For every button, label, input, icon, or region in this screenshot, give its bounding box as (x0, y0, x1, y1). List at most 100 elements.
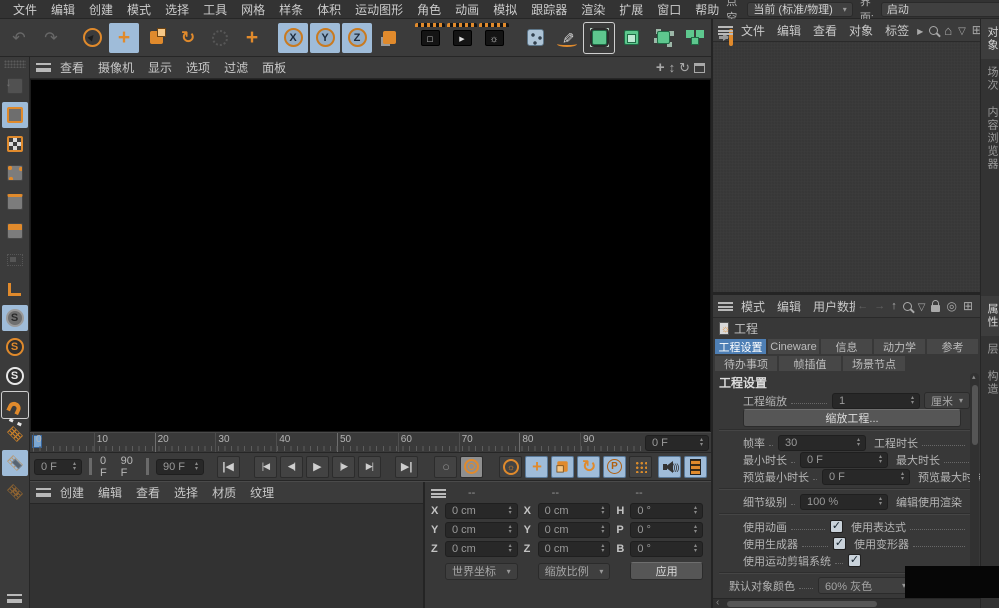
tab-content-browser[interactable]: 内容浏览器 (981, 99, 999, 178)
viewport-solo-button[interactable] (2, 247, 28, 273)
use-motion-checkbox[interactable]: ✓ (848, 554, 861, 567)
track-icon[interactable] (946, 299, 956, 313)
move-tool-button[interactable] (109, 23, 139, 53)
spinner-icon[interactable] (697, 438, 706, 448)
tab-scene-nodes[interactable]: 场景节点 (843, 356, 905, 371)
loop-end-field[interactable]: 90 F (156, 459, 204, 475)
object-menu-item[interactable]: 对象 (843, 22, 879, 39)
material-menu-item[interactable]: 编辑 (91, 484, 129, 501)
key-rotation-button[interactable] (577, 456, 600, 478)
apply-button[interactable]: 应用 (630, 562, 703, 580)
spinner-icon[interactable] (598, 525, 607, 535)
back-icon[interactable]: ← (857, 300, 868, 312)
attribute-menu-item[interactable]: 模式 (735, 298, 771, 315)
lod-field[interactable]: 100 % (800, 494, 888, 510)
viewport-menu-icon[interactable] (36, 63, 51, 72)
viewport-menu-item[interactable]: 显示 (141, 59, 179, 76)
tab-cineware[interactable]: Cineware (768, 339, 819, 354)
horizontal-scrollbar[interactable] (713, 598, 980, 608)
object-menu-item[interactable]: 标签 (879, 22, 915, 39)
preview-range[interactable]: 0 F90 F (89, 458, 149, 475)
spinner-icon[interactable] (898, 472, 907, 482)
menu-item[interactable]: 文件 (6, 1, 44, 18)
spinner-icon[interactable] (506, 525, 515, 535)
menu-item[interactable]: 工具 (196, 1, 234, 18)
timeline-film-button[interactable] (684, 456, 707, 478)
zoom-view-icon[interactable] (669, 60, 676, 75)
menu-item[interactable]: 创建 (82, 1, 120, 18)
spinner-icon[interactable] (908, 396, 917, 406)
spinner-icon[interactable] (506, 544, 515, 554)
coordinate-system-button[interactable] (374, 23, 404, 53)
strip-grip[interactable] (4, 60, 26, 68)
record-selection-button[interactable] (434, 456, 457, 478)
menu-item[interactable]: 窗口 (650, 1, 688, 18)
y-axis-lock-button[interactable]: Y (310, 23, 340, 53)
menu-item[interactable]: 角色 (410, 1, 448, 18)
snap-2d-button[interactable]: S (2, 334, 28, 360)
menu-item[interactable]: 选择 (158, 1, 196, 18)
attribute-menu-item[interactable]: 编辑 (771, 298, 807, 315)
tab-attributes[interactable]: 属性 (981, 296, 999, 336)
scale-mode-select[interactable]: 缩放比例 (538, 563, 611, 580)
filter-icon[interactable] (918, 299, 926, 313)
next-frame-button[interactable]: |▶ (332, 456, 355, 478)
record-keyframe-button[interactable] (460, 456, 483, 478)
viewport-menu-item[interactable]: 过滤 (217, 59, 255, 76)
key-parameter-button[interactable] (603, 456, 626, 478)
point-mode-button[interactable] (2, 160, 28, 186)
z-axis-lock-button[interactable]: Z (342, 23, 372, 53)
key-scale-button[interactable] (551, 456, 574, 478)
autokey-button[interactable] (499, 456, 522, 478)
play-button[interactable]: ▶ (306, 456, 329, 478)
lock-icon[interactable] (931, 305, 940, 312)
use-generators-checkbox[interactable]: ✓ (833, 537, 846, 550)
tab-info[interactable]: 信息 (821, 339, 872, 354)
menu-item[interactable]: 渲染 (574, 1, 612, 18)
scale-project-button[interactable]: 缩放工程... (743, 409, 961, 427)
pan-view-icon[interactable] (656, 59, 665, 76)
x-axis-lock-button[interactable]: X (278, 23, 308, 53)
subdivision-surface-button[interactable] (584, 23, 614, 53)
menu-item[interactable]: 扩展 (612, 1, 650, 18)
render-settings-button[interactable] (479, 23, 509, 53)
attribute-menu-item[interactable]: 用户数据 (807, 298, 855, 315)
tab-structure[interactable]: 构造 (981, 363, 999, 403)
rotation-field[interactable]: 0 ° (630, 541, 703, 557)
lock-workplane-button[interactable] (2, 450, 28, 476)
home-icon[interactable] (944, 23, 952, 38)
position-field[interactable]: 0 cm (445, 522, 518, 538)
material-list-area[interactable] (30, 504, 423, 608)
spinner-icon[interactable] (691, 544, 700, 554)
material-menu-item[interactable]: 创建 (53, 484, 91, 501)
key-pla-button[interactable] (629, 456, 652, 478)
search-icon[interactable] (929, 26, 938, 35)
scale-tool-button[interactable] (141, 23, 171, 53)
menu-item[interactable]: 帮助 (688, 1, 726, 18)
primitive-cube-button[interactable] (520, 23, 550, 53)
current-frame-field[interactable]: 0 F (645, 435, 709, 451)
preview-min-field[interactable]: 0 F (822, 469, 910, 485)
strip-menu-icon[interactable] (7, 594, 22, 603)
viewport-menu-item[interactable]: 面板 (255, 59, 293, 76)
object-menu-item[interactable]: 编辑 (771, 22, 807, 39)
tab-reference[interactable]: 参考 (927, 339, 978, 354)
generator-button[interactable] (616, 23, 646, 53)
edge-mode-button[interactable] (2, 189, 28, 215)
tab-todo[interactable]: 待办事项 (715, 356, 777, 371)
tab-frame-interpolation[interactable]: 帧插值 (779, 356, 841, 371)
material-menu-item[interactable]: 材质 (205, 484, 243, 501)
more-menus-icon[interactable] (917, 23, 923, 37)
texture-mode-button[interactable] (2, 131, 28, 157)
menu-item[interactable]: 体积 (310, 1, 348, 18)
search-icon[interactable] (903, 302, 912, 311)
section-title[interactable]: 工程设置 (719, 375, 970, 392)
add-panel-icon[interactable] (963, 299, 973, 313)
menu-item[interactable]: 网格 (234, 1, 272, 18)
prev-key-button[interactable]: |◀ (254, 456, 277, 478)
viewport[interactable] (30, 79, 711, 432)
viewport-menu-item[interactable]: 选项 (179, 59, 217, 76)
spinner-icon[interactable] (854, 438, 863, 448)
sound-button[interactable]: ))) (658, 456, 681, 478)
tab-project-settings[interactable]: 工程设置 (715, 339, 766, 354)
